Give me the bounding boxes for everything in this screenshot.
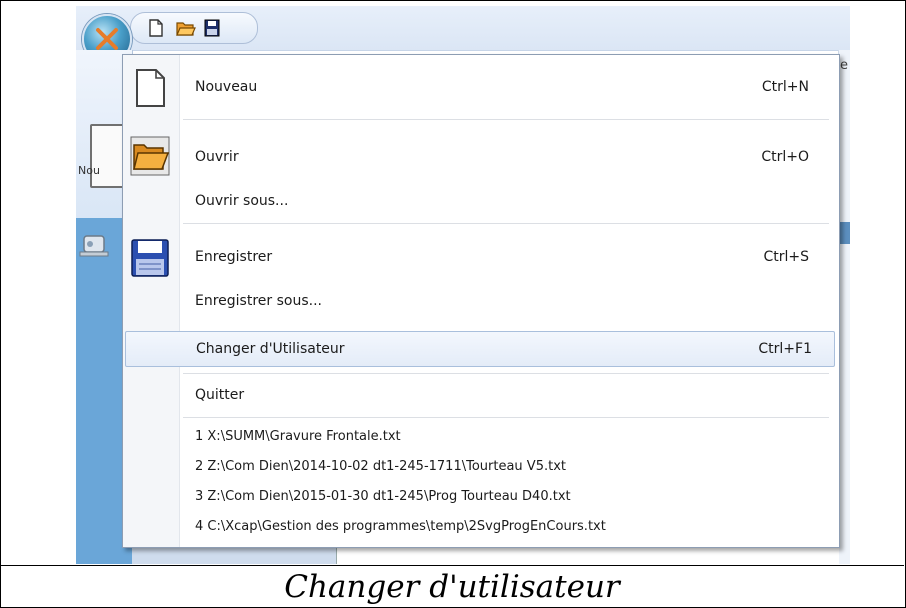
menu-separator	[183, 223, 829, 224]
menu-separator	[183, 417, 829, 418]
recent-file-label: 2 Z:\Com Dien\2014-10-02 dt1-245-1711\To…	[195, 459, 566, 474]
right-edge-text: e	[840, 58, 848, 73]
figure-caption: Changer d'utilisateur	[284, 569, 620, 605]
save-disk-icon	[131, 239, 169, 277]
menu-item-label: Ouvrir sous...	[195, 193, 289, 209]
recent-file-label: 4 C:\Xcap\Gestion des programmes\temp\2S…	[195, 519, 606, 534]
menu-separator	[183, 373, 829, 374]
menu-item-changer-utilisateur[interactable]: Changer d'Utilisateur Ctrl+F1	[125, 331, 835, 367]
new-file-icon	[136, 69, 165, 107]
menu-item-label: Enregistrer	[195, 249, 273, 265]
menu-item-enregistrer-sous[interactable]: Enregistrer sous...	[179, 281, 835, 321]
menu-item-shortcut: Ctrl+S	[763, 249, 809, 265]
menu-item-shortcut: Ctrl+N	[761, 79, 809, 95]
qat-new-file-icon[interactable]	[148, 19, 164, 37]
menu-item-ouvrir-sous[interactable]: Ouvrir sous...	[179, 181, 835, 221]
ribbon-new-label: Nou	[78, 164, 100, 177]
menu-icon-gutter	[123, 55, 180, 547]
recent-file-label: 1 X:\SUMM\Gravure Frontale.txt	[195, 429, 401, 444]
menu-item-label: Changer d'Utilisateur	[196, 341, 345, 357]
screenshot: Nou e Nouveau Ctrl+N Ouvrir Ctrl+O Ouvri…	[76, 6, 850, 564]
application-menu: Nouveau Ctrl+N Ouvrir Ctrl+O Ouvrir sous…	[122, 54, 840, 548]
menu-item-shortcut: Ctrl+F1	[758, 341, 812, 357]
recent-file-label: 3 Z:\Com Dien\2015-01-30 dt1-245\Prog To…	[195, 489, 571, 504]
qat-open-folder-icon[interactable]	[176, 19, 196, 37]
menu-item-label: Nouveau	[195, 79, 258, 95]
robot-icon	[79, 235, 109, 257]
menu-item-quitter[interactable]: Quitter	[179, 375, 835, 415]
recent-file-item[interactable]: 1 X:\SUMM\Gravure Frontale.txt	[179, 423, 779, 451]
right-edge-blue-bar	[840, 222, 850, 244]
table-row-divider	[0, 565, 904, 566]
app-orb-icon	[96, 28, 118, 50]
recent-file-item[interactable]: 3 Z:\Com Dien\2015-01-30 dt1-245\Prog To…	[179, 483, 779, 511]
qat-save-disk-icon[interactable]	[204, 19, 220, 37]
menu-item-label: Enregistrer sous...	[195, 293, 322, 309]
menu-item-nouveau[interactable]: Nouveau Ctrl+N	[179, 67, 835, 107]
menu-item-shortcut: Ctrl+O	[761, 149, 809, 165]
menu-item-label: Quitter	[195, 387, 245, 403]
menu-item-label: Ouvrir	[195, 149, 239, 165]
open-folder-icon	[130, 136, 170, 176]
menu-item-ouvrir[interactable]: Ouvrir Ctrl+O	[179, 137, 835, 177]
recent-file-item[interactable]: 2 Z:\Com Dien\2014-10-02 dt1-245-1711\To…	[179, 453, 779, 481]
menu-separator	[183, 119, 829, 120]
recent-file-item[interactable]: 4 C:\Xcap\Gestion des programmes\temp\2S…	[179, 513, 779, 541]
menu-item-enregistrer[interactable]: Enregistrer Ctrl+S	[179, 237, 835, 277]
